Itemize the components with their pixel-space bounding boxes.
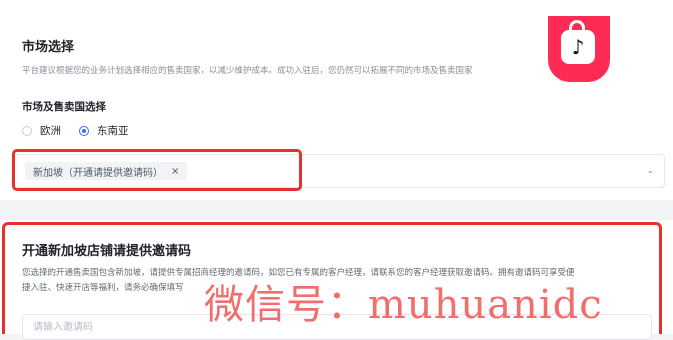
radio-circle-icon[interactable] [22,125,32,136]
radio-southeast-asia-label: 东南亚 [97,125,129,137]
radio-europe-label: 欧洲 [40,125,61,137]
market-country-subtitle: 市场及售卖国选择 [22,101,106,113]
chevron-down-icon[interactable]: ⌄ [646,166,654,176]
radio-southeast-asia[interactable]: 东南亚 [79,123,129,138]
watermark-text: 微信号：muhuanidc [204,282,603,328]
tiktok-note-icon: ♪ [561,30,595,64]
invite-code-title: 开通新加坡店铺请提供邀请码 [22,244,192,259]
radio-checked-icon[interactable] [79,125,89,136]
region-radio-group: 欧洲 东南亚 [22,123,147,138]
radio-europe[interactable]: 欧洲 [22,123,61,138]
highlight-box-tag [12,149,302,191]
market-selection-description: 平台建议根据您的业务计划选择相应的售卖国家，以减少维护成本。成功入驻后，您仍然可… [22,66,473,76]
tiktok-shop-icon: ♪ [548,16,610,82]
market-selection-title: 市场选择 [22,40,75,55]
